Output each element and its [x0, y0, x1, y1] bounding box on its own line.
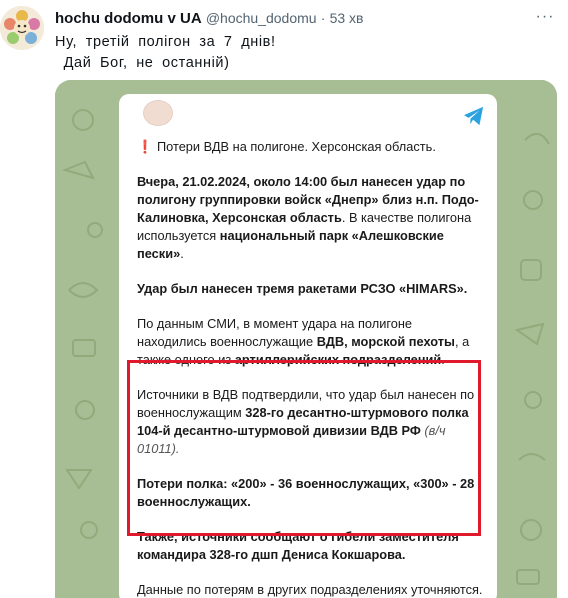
- tweet-text-line: Ну, третій полігон за 7 днів!: [55, 34, 276, 50]
- user-handle[interactable]: @hochu_dodomu: [206, 10, 317, 26]
- channel-logo: [143, 100, 173, 126]
- telegram-icon: [464, 106, 484, 126]
- p3-bold: ВДВ, морской пехоты: [316, 334, 455, 349]
- paragraph-7: Данные по потерям в других подразделения…: [137, 581, 483, 598]
- tweet-media-image[interactable]: ❗ Потери ВДВ на полигоне. Херсонская обла…: [55, 80, 557, 598]
- red-highlight-box: [127, 360, 481, 536]
- tweet-text: Ну, третій полігон за 7 днів! Дай Бог, н…: [55, 32, 276, 74]
- tweet-author-row: hochu dodomu v UA @hochu_dodomu · 53 хв: [55, 9, 364, 28]
- p2-bold: Удар был нанесен тремя ракетами РСЗО «HI…: [137, 281, 468, 296]
- avatar-flower-icon: [0, 6, 44, 50]
- tweet-time[interactable]: 53 хв: [330, 10, 364, 26]
- exclamation-icon: ❗: [137, 139, 153, 154]
- avatar[interactable]: [0, 6, 44, 50]
- post-title: ❗ Потери ВДВ на полигоне. Херсонская обла…: [137, 138, 483, 156]
- post-title-text: Потери ВДВ на полигоне. Херсонская облас…: [156, 139, 436, 154]
- separator-dot: ·: [320, 10, 326, 26]
- p1-end: .: [180, 246, 184, 261]
- more-options-icon[interactable]: ···: [534, 8, 556, 28]
- display-name[interactable]: hochu dodomu v UA: [55, 10, 202, 27]
- p7-text: Данные по потерям в других подразделения…: [137, 582, 483, 597]
- paragraph-2: Удар был нанесен тремя ракетами РСЗО «HI…: [137, 280, 483, 298]
- tweet-text-line: Дай Бог, не останній): [55, 55, 230, 71]
- telegram-post-card: ❗ Потери ВДВ на полигоне. Херсонская обла…: [119, 94, 497, 598]
- paragraph-1: Вчера, 21.02.2024, около 14:00 был нанес…: [137, 173, 483, 263]
- tweet-header: hochu dodomu v UA @hochu_dodomu · 53 хв …: [0, 0, 568, 80]
